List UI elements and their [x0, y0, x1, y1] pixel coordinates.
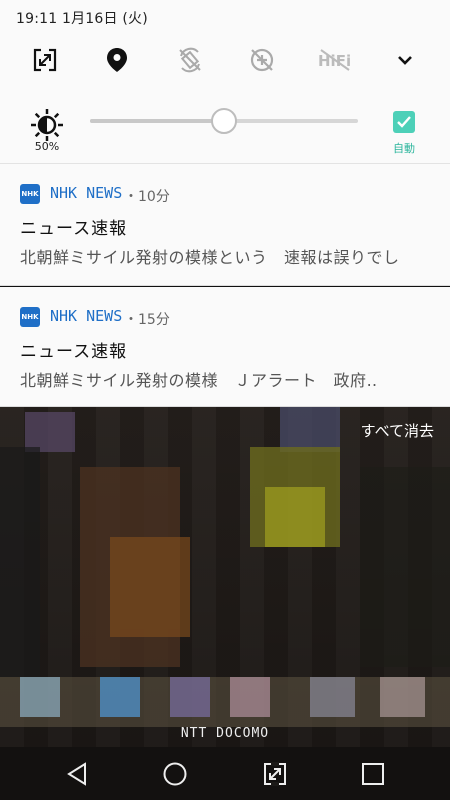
notification-title: ニュース速報 [20, 342, 128, 362]
brightness-slider-fill [90, 119, 224, 123]
notification-time: ・15分 [124, 312, 170, 328]
hifi-off-icon[interactable]: HiFi [313, 40, 357, 80]
back-icon[interactable] [62, 759, 92, 789]
chevron-down-icon[interactable] [385, 40, 425, 80]
carrier-label: NTT DOCOMO [180, 726, 270, 741]
notification-time: ・10分 [124, 189, 170, 205]
screen-rotation-icon[interactable] [25, 40, 65, 80]
notification-title: ニュース速報 [20, 219, 128, 239]
quick-tiles-row: HiFi [0, 40, 450, 80]
wallpaper-background [0, 407, 450, 747]
notification-app-name: NHK NEWS [50, 307, 123, 325]
brightness-slider[interactable] [90, 108, 358, 134]
notification-body: 北朝鮮ミサイル発射の模様 Ｊアラート 政府‥ [20, 371, 378, 390]
brightness-percent: 50% [34, 140, 60, 153]
auto-brightness-label: 自動 [393, 142, 415, 155]
navigation-bar [0, 747, 450, 800]
brightness-row: 50% 自動 [0, 100, 450, 160]
quick-settings-panel: 19:11 1月16日 (火) HiFi 50% 自動 [0, 0, 450, 164]
home-icon[interactable] [160, 759, 190, 789]
auto-brightness-checkbox[interactable] [393, 111, 415, 133]
brightness-slider-thumb[interactable] [211, 108, 237, 134]
brightness-icon [30, 108, 64, 142]
status-time-date: 19:11 1月16日 (火) [16, 11, 148, 27]
auto-rotate-off-icon[interactable] [170, 40, 210, 80]
clear-all-button[interactable]: すべて消去 [361, 420, 434, 441]
data-saver-off-icon[interactable] [242, 40, 282, 80]
location-icon[interactable] [97, 40, 137, 80]
screen-rotation-nav-icon[interactable] [260, 759, 290, 789]
notification-card[interactable]: NHK NHK NEWS ・15分 ニュース速報 北朝鮮ミサイル発射の模様 Ｊア… [0, 287, 450, 407]
recents-icon[interactable] [358, 759, 388, 789]
nhk-logo-icon: NHK [20, 184, 40, 204]
notification-card[interactable]: NHK NHK NEWS ・10分 ニュース速報 北朝鮮ミサイル発射の模様という… [0, 164, 450, 286]
notification-body: 北朝鮮ミサイル発射の模様という 速報は誤りでし [20, 248, 400, 267]
notification-app-name: NHK NEWS [50, 184, 123, 202]
nhk-logo-icon: NHK [20, 307, 40, 327]
